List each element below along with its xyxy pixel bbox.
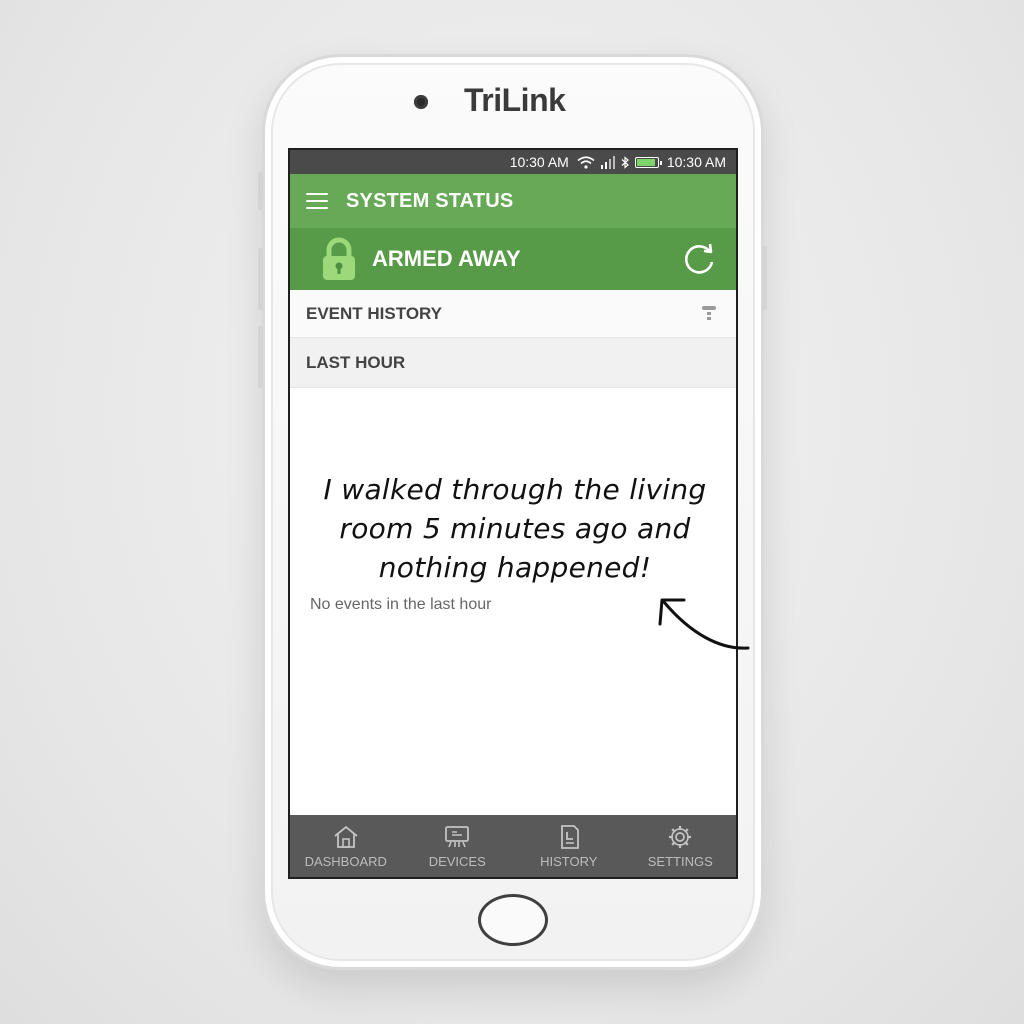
handwritten-annotation: I walked through the living room 5 minut… <box>300 470 730 587</box>
nav-dashboard[interactable]: DASHBOARD <box>290 815 402 877</box>
last-hour-group[interactable]: LAST HOUR <box>290 338 736 388</box>
status-bar: 10:30 AM 10:30 AM <box>290 150 736 174</box>
bottom-nav: DASHBOARD DEVICES HISTORY SETTINGS <box>290 815 736 877</box>
history-icon <box>560 824 579 849</box>
nav-label: SETTINGS <box>647 853 713 869</box>
annotation-arrow-icon <box>658 598 750 650</box>
side-button-left-3 <box>258 326 263 388</box>
event-history-title: EVENT HISTORY <box>306 303 443 323</box>
system-state-label: ARMED AWAY <box>372 246 521 271</box>
battery-icon <box>634 156 662 168</box>
devices-icon <box>445 825 470 847</box>
front-camera <box>414 95 428 109</box>
hamburger-menu-icon[interactable] <box>306 193 328 209</box>
bluetooth-icon <box>621 155 629 169</box>
nav-devices[interactable]: DEVICES <box>402 815 514 877</box>
header-title: SYSTEM STATUS <box>346 189 514 212</box>
status-icons <box>577 155 662 169</box>
annotation-line-2: room 5 minutes ago and <box>339 512 691 545</box>
nav-label: HISTORY <box>540 853 598 869</box>
side-button-right <box>762 246 767 310</box>
annotation-line-1: I walked through the living <box>323 473 707 506</box>
nav-label: DEVICES <box>428 853 486 869</box>
home-icon <box>334 825 358 848</box>
nav-history[interactable]: HISTORY <box>513 815 625 877</box>
nav-label: DASHBOARD <box>304 853 387 869</box>
signal-icon <box>600 155 615 169</box>
gear-icon <box>669 825 692 848</box>
lock-icon <box>323 237 355 280</box>
brand-logo: TriLink <box>464 82 566 118</box>
event-history-header: EVENT HISTORY <box>290 290 736 338</box>
app-header: SYSTEM STATUS <box>290 174 736 228</box>
status-time-right: 10:30 AM <box>666 154 726 170</box>
side-button-left-2 <box>258 248 263 310</box>
system-state-bar: ARMED AWAY <box>290 228 736 290</box>
filter-icon[interactable] <box>700 304 718 324</box>
status-time-left: 10:30 AM <box>509 154 569 170</box>
empty-events-message: No events in the last hour <box>310 596 492 613</box>
nav-settings[interactable]: SETTINGS <box>625 815 737 877</box>
last-hour-label: LAST HOUR <box>306 352 406 372</box>
home-button[interactable] <box>478 894 548 946</box>
stage: TriLink 10:30 AM 10:30 AM SYSTEM STATUS … <box>0 0 1024 1024</box>
side-button-left-1 <box>258 172 263 210</box>
refresh-icon[interactable] <box>680 240 718 278</box>
annotation-line-3: nothing happened! <box>378 551 652 584</box>
wifi-icon <box>577 155 595 169</box>
